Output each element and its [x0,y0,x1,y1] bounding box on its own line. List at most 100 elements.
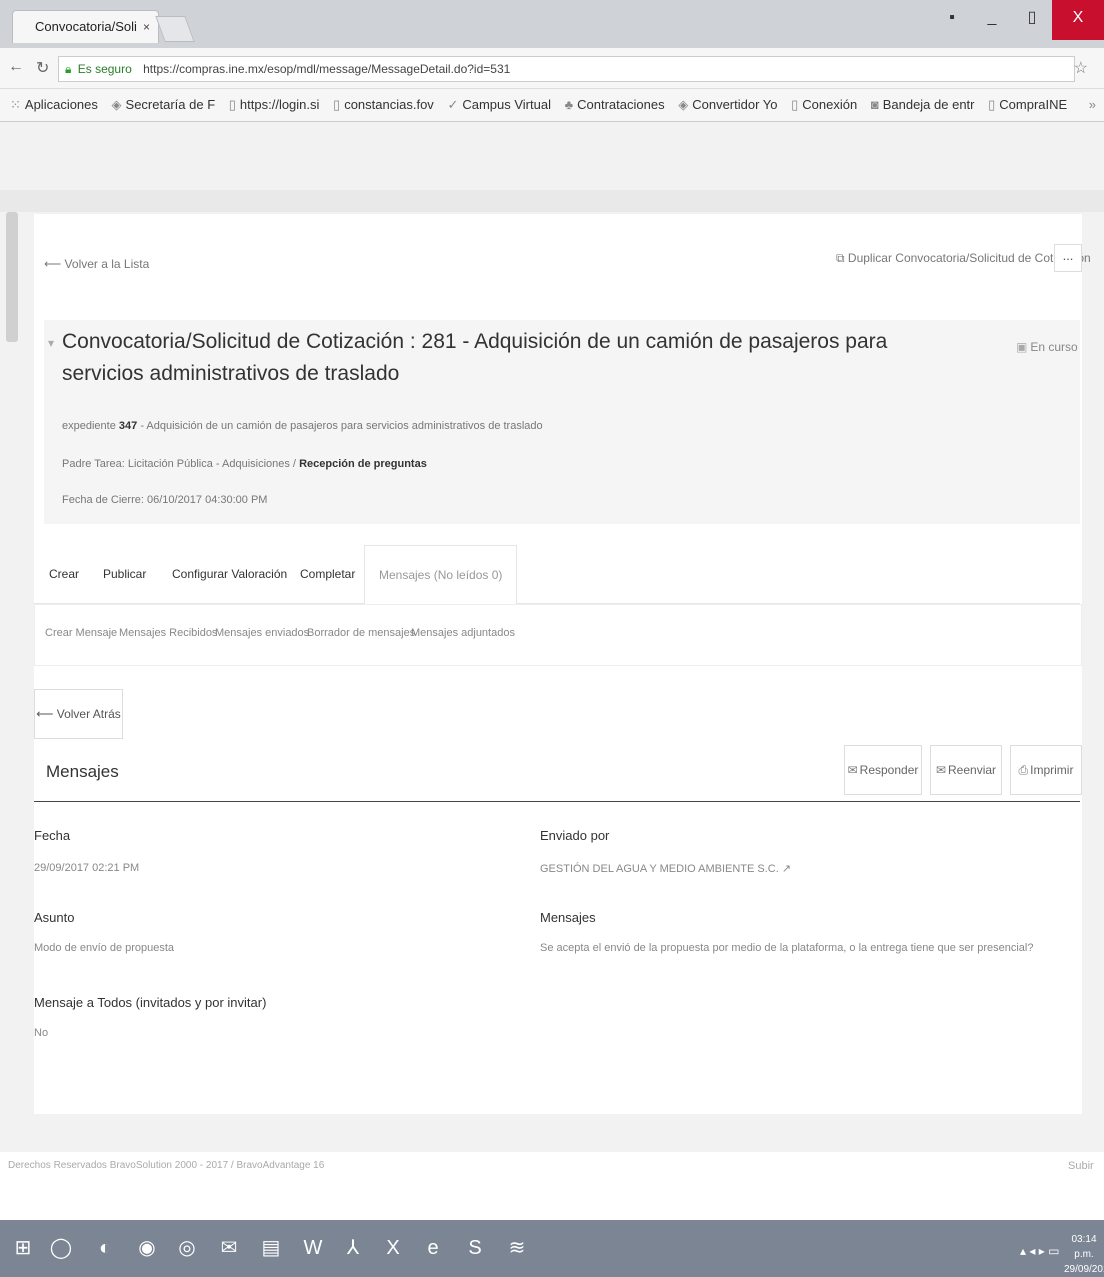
tab-crear[interactable]: Crear [49,545,79,603]
address-bar-row: ← ↻ 🔒︎ Es seguro https://compras.ine.mx/… [0,48,1104,89]
tab-title: Convocatoria/Soli [35,19,137,34]
campus-icon: ✓ [447,97,459,112]
acrobat-icon[interactable]: ⅄ [338,1233,368,1263]
parent-task-value[interactable]: Recepción de preguntas [299,458,427,470]
windows-start-icon[interactable]: ⊞ [8,1233,38,1263]
mensajes-value: Se acepta el envió de la propuesta por m… [540,942,1034,954]
converter-icon: ◈ [678,97,689,112]
reload-icon[interactable]: ↻ [36,58,49,78]
page-icon: ▯ [791,97,799,112]
print-button[interactable]: ⎙ Imprimir [1010,745,1082,795]
scroll-top-link[interactable]: Subir [1068,1160,1094,1172]
expediente-number[interactable]: 347 [119,420,137,432]
taskview-icon[interactable]: ◐ [90,1233,120,1263]
asunto-label: Asunto [34,910,75,925]
bookmark-item[interactable]: ⁙ Aplicaciones [10,89,98,121]
browser-tab[interactable]: Convocatoria/Soli × [12,10,159,43]
tab-configurar-valoracion[interactable]: Configurar Valoración [172,545,287,603]
bookmark-item[interactable]: ◈ Convertidor Yo [678,89,777,121]
enviado-value: GESTIÓN DEL AGUA Y MEDIO AMBIENTE S.C. ↗ [540,863,792,875]
word-icon[interactable]: W [298,1233,328,1263]
subnav-borrador[interactable]: Borrador de mensajes [307,627,415,639]
status-icon: ▣ [1016,340,1028,354]
minimize-button[interactable]: _ [972,0,1012,40]
expediente-line: expediente 347 - Adquisición de un camió… [62,420,543,432]
user-icon[interactable]: ▪ [932,0,972,40]
cortana-icon[interactable]: ◯ [46,1233,76,1263]
reply-icon: ✉ [847,763,858,777]
secure-label: Es seguro [77,62,132,76]
duplicate-icon: ⧉ [836,251,845,265]
messages-subnav: Crear Mensaje Mensajes Recibidos Mensaje… [34,604,1082,666]
close-date: Fecha de Cierre: 06/10/2017 04:30:00 PM [62,494,268,506]
subnav-mensajes-enviados[interactable]: Mensajes enviados [215,627,309,639]
duplicate-link[interactable]: ⧉ Duplicar Convocatoria/Solicitud de Cot… [836,251,1091,266]
contrataciones-icon: ♣ [564,97,574,112]
bookmark-star-icon[interactable]: ☆ [1074,58,1088,78]
more-options-button[interactable]: ... [1054,244,1082,272]
bookmark-item[interactable]: ✓ Campus Virtual [447,89,551,121]
tab-publicar[interactable]: Publicar [103,545,146,603]
edge-app-icon[interactable]: ◉ [132,1233,162,1263]
subnav-adjuntados[interactable]: Mensajes adjuntados [411,627,515,639]
subnav-mensajes-recibidos[interactable]: Mensajes Recibidos [119,627,217,639]
bookmark-item[interactable]: ▯ Conexión [791,89,857,121]
tab-completar[interactable]: Completar [300,545,355,603]
close-window-button[interactable]: X [1052,0,1104,40]
system-tray-icons[interactable]: ▴ ◂ ▸ ▭ [1020,1244,1059,1258]
window-controls: ▪ _ ▯ X [932,0,1104,40]
section-title: Mensajes [46,762,119,781]
footer-copyright: Derechos Reservados BravoSolution 2000 -… [8,1160,325,1171]
forward-icon: ✉ [935,763,947,777]
bookmark-item[interactable]: ▯ constancias.fov [333,89,434,121]
tab-close-icon[interactable]: × [143,11,150,43]
chrome-icon[interactable]: ◎ [172,1233,202,1263]
bookmarks-bar: ⁙ Aplicaciones ◈ Secretaría de F ▯ https://… [0,89,1104,122]
internet-explorer-icon[interactable]: e [418,1233,448,1263]
bookmark-item[interactable]: ▯ https://login.si [229,89,320,121]
taskbar-clock[interactable]: 03:14 p.m. 29/09/2017 [1064,1232,1104,1277]
bookmarks-more-icon[interactable]: » [1089,89,1096,121]
forward-button[interactable]: ✉ Reenviar [930,745,1002,795]
site-icon: ◈ [111,97,122,112]
side-panel-handle[interactable] [6,212,18,342]
page-icon: ▯ [988,97,996,112]
network-app-icon[interactable]: ≋ [502,1233,532,1263]
print-icon: ⎙ [1018,763,1029,777]
file-explorer-icon[interactable]: ▤ [256,1233,286,1263]
todos-label: Mensaje a Todos (invitados y por invitar… [34,995,267,1010]
back-to-list-link[interactable]: ⟵ Volver a la Lista [44,257,149,271]
skype-icon[interactable]: S [460,1233,490,1263]
back-arrow-icon[interactable]: ← [8,58,24,76]
parent-task-line: Padre Tarea: Licitación Pública - Adquis… [62,458,427,470]
bookmark-item[interactable]: ◈ Secretaría de F [112,89,216,121]
reply-button[interactable]: ✉ Responder [844,745,922,795]
clock-time: 03:14 p.m. [1071,1234,1097,1260]
outlook-icon[interactable]: ✉ [214,1233,244,1263]
page-icon: ▯ [333,97,341,112]
url-input[interactable]: 🔒︎ Es seguro https://compras.ine.mx/esop… [58,56,1075,82]
tab-mensajes[interactable]: Mensajes (No leídos 0) [364,545,518,605]
top-nav-strip [0,190,1104,212]
collapse-caret-icon[interactable]: ▾ [48,336,54,350]
browser-titlebar: Convocatoria/Soli × ▪ _ ▯ X [0,0,1104,48]
bookmark-item[interactable]: ▯ CompraINE [988,89,1067,121]
tab-bar: Crear Publicar Configurar Valoración Com… [34,545,1080,605]
external-link-icon[interactable]: ↗ [782,863,791,875]
back-button[interactable]: ⟵ Volver Atrás [34,689,123,739]
bookmark-item[interactable]: ♣ Contrataciones [565,89,665,121]
apps-grid-icon: ⁙ [10,97,21,112]
status-badge: ▣ En curso [1016,340,1078,354]
asunto-value: Modo de envío de propuesta [34,942,175,954]
fecha-value: 29/09/2017 02:21 PM [34,862,140,874]
clock-date: 29/09/2017 [1064,1264,1104,1275]
url-text: https://compras.ine.mx/esop/mdl/message/… [143,62,511,76]
maximize-button[interactable]: ▯ [1012,0,1052,40]
windows-taskbar: ⊞ ◯ ◐ ◉ ◎ ✉ ▤ W ⅄ X e S ≋ ▴ ◂ ▸ ▭ 03:14 … [0,1220,1104,1277]
bookmark-item[interactable]: ◙ Bandeja de entr [871,89,975,121]
new-tab-button[interactable] [155,16,195,42]
excel-icon[interactable]: X [378,1233,408,1263]
back-arrow-icon: ⟵ [36,707,54,721]
outlook-icon: ◙ [870,97,879,112]
subnav-crear-mensaje[interactable]: Crear Mensaje [45,627,117,639]
